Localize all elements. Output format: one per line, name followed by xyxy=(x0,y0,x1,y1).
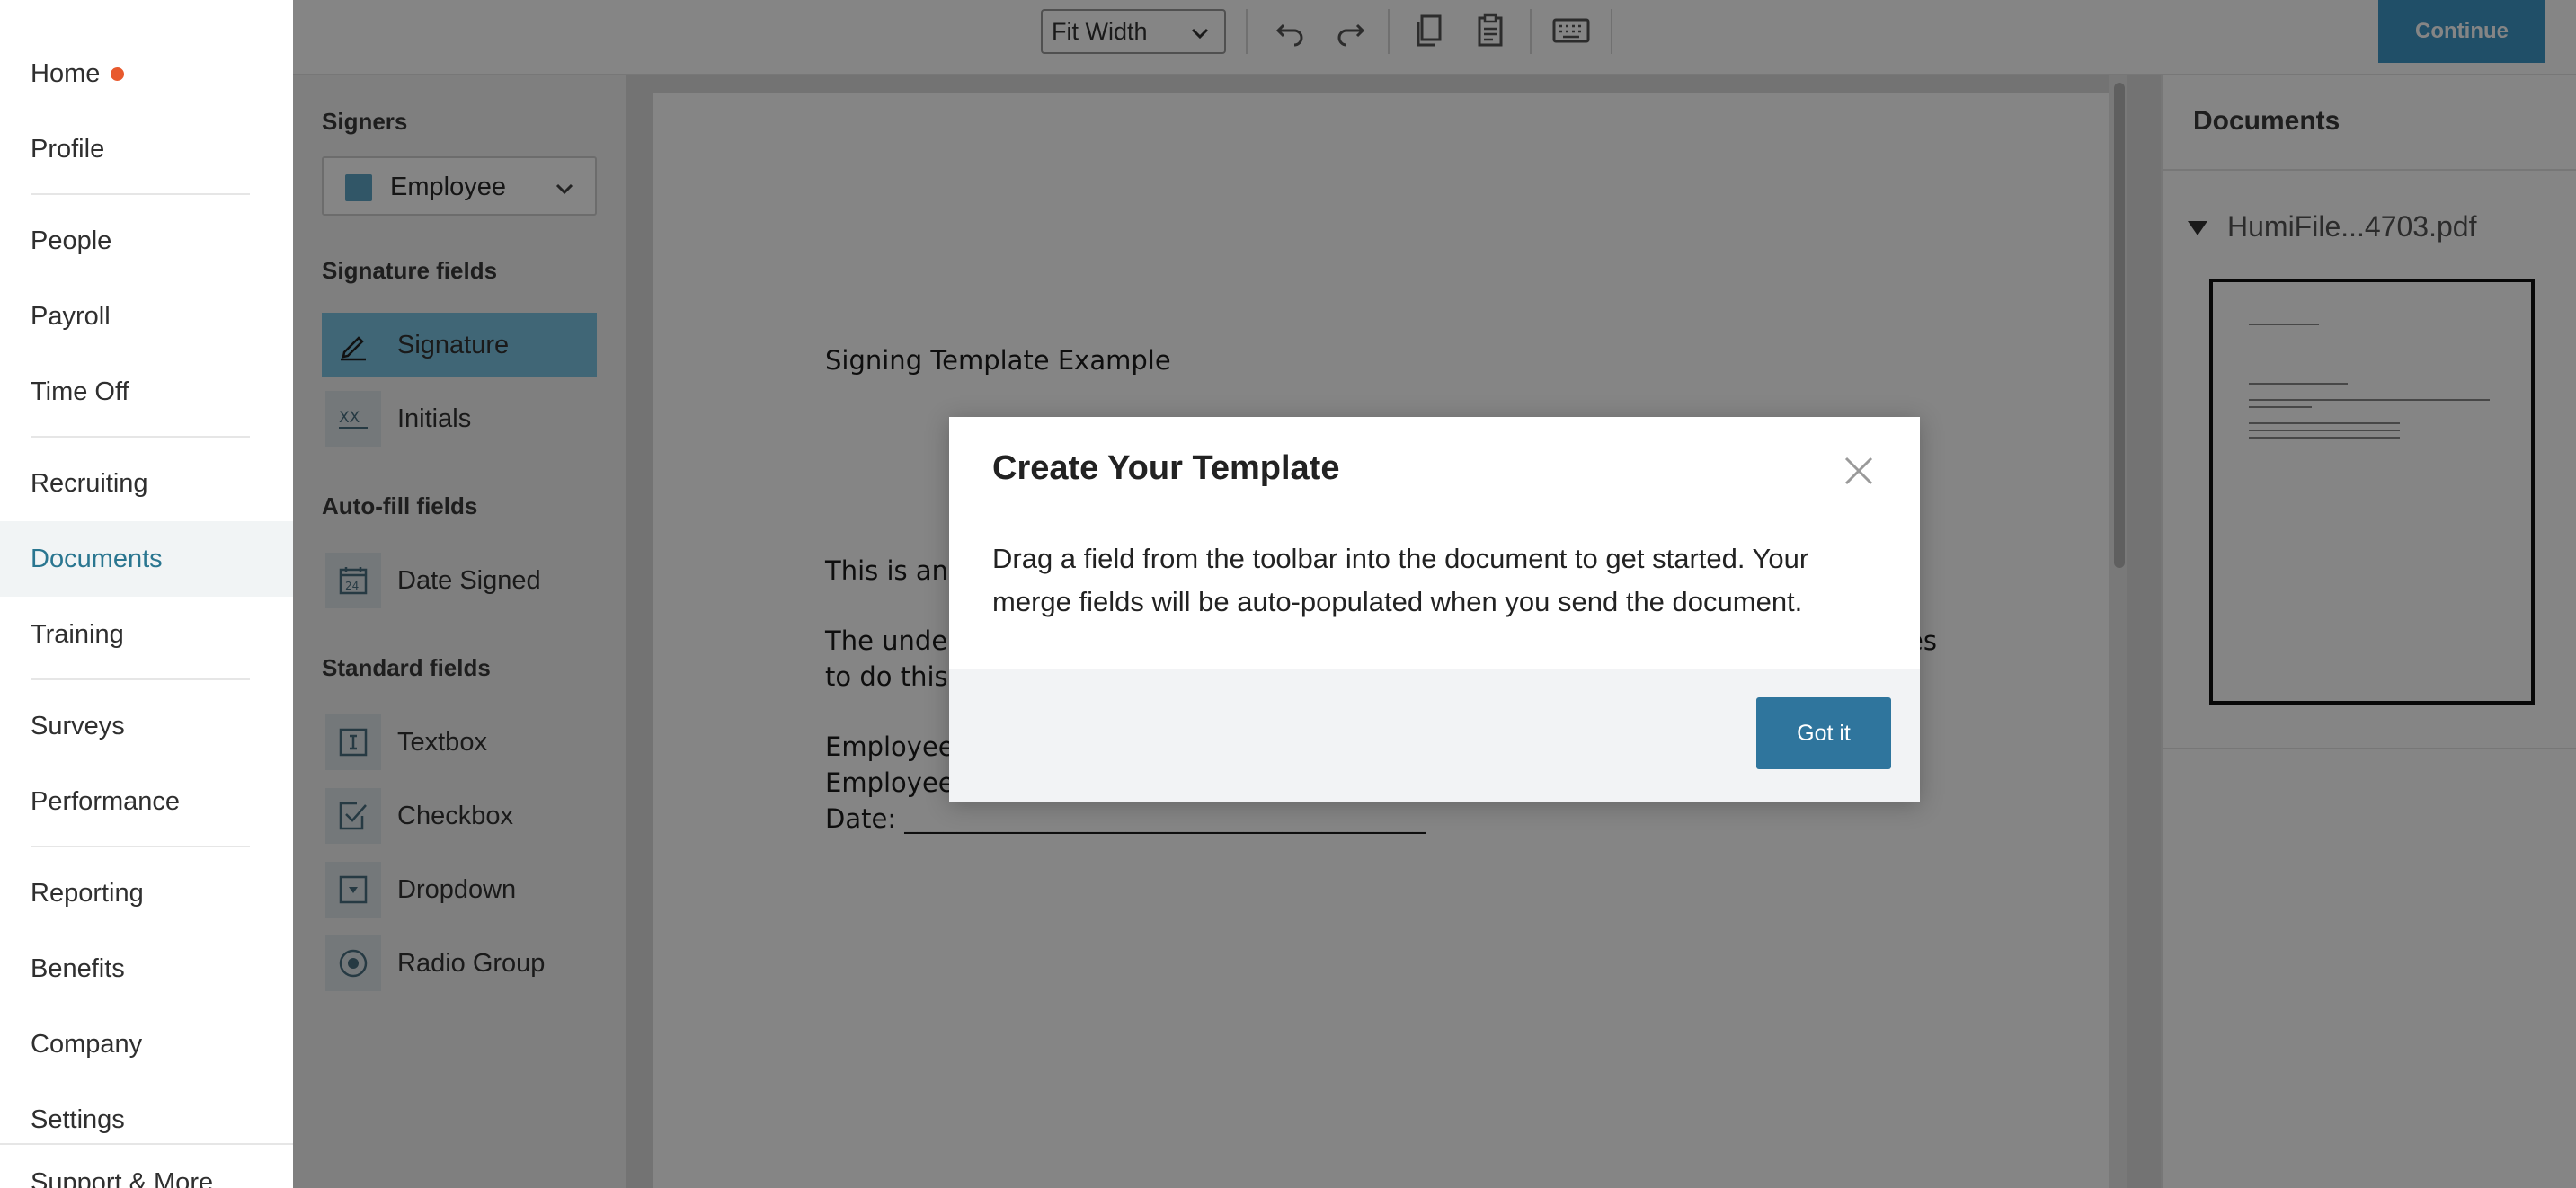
notification-dot xyxy=(111,66,125,81)
nav-item-label: Home xyxy=(31,58,101,88)
dialog-footer: Got it xyxy=(949,669,1920,802)
nav-item-label: Surveys xyxy=(31,711,125,740)
nav-item-performance[interactable]: Performance xyxy=(0,764,293,839)
nav-item-settings[interactable]: Settings xyxy=(0,1082,293,1157)
nav-item-label: Benefits xyxy=(31,953,125,983)
nav-item-label: Time Off xyxy=(31,377,129,406)
nav-item-home[interactable]: Home xyxy=(0,36,293,111)
close-icon[interactable] xyxy=(1837,449,1880,492)
nav-item-label: Reporting xyxy=(31,878,144,908)
nav-item-label: People xyxy=(31,226,112,255)
nav-item-reporting[interactable]: Reporting xyxy=(0,856,293,931)
main-navigation: Home Profile People Payroll Time Off Rec… xyxy=(0,0,293,1188)
got-it-button[interactable]: Got it xyxy=(1756,697,1891,769)
nav-item-payroll[interactable]: Payroll xyxy=(0,279,293,354)
nav-item-time-off[interactable]: Time Off xyxy=(0,354,293,430)
dialog-title: Create Your Template xyxy=(992,449,1340,487)
nav-item-label: Settings xyxy=(31,1104,125,1134)
nav-item-label: Documents xyxy=(31,544,163,573)
nav-item-label: Company xyxy=(31,1029,143,1059)
nav-item-support[interactable]: Support & More xyxy=(31,1168,213,1188)
nav-item-benefits[interactable]: Benefits xyxy=(0,931,293,1006)
nav-item-label: Performance xyxy=(31,786,181,816)
nav-item-recruiting[interactable]: Recruiting xyxy=(0,446,293,521)
nav-item-company[interactable]: Company xyxy=(0,1006,293,1082)
nav-item-label: Payroll xyxy=(31,301,111,331)
nav-item-training[interactable]: Training xyxy=(0,597,293,672)
nav-item-profile[interactable]: Profile xyxy=(0,111,293,187)
nav-divider xyxy=(31,846,250,847)
nav-item-documents[interactable]: Documents xyxy=(0,521,293,597)
nav-divider xyxy=(31,193,250,195)
nav-item-people[interactable]: People xyxy=(0,203,293,279)
nav-item-label: Training xyxy=(31,619,124,649)
nav-divider xyxy=(31,678,250,680)
dialog-message: Drag a field from the toolbar into the d… xyxy=(992,543,1809,617)
nav-item-label: Profile xyxy=(31,134,105,164)
create-template-dialog: Create Your Template Drag a field from t… xyxy=(949,417,1920,802)
nav-item-label: Recruiting xyxy=(31,468,148,498)
nav-divider xyxy=(0,1143,293,1145)
nav-item-surveys[interactable]: Surveys xyxy=(0,688,293,764)
nav-divider xyxy=(31,436,250,438)
